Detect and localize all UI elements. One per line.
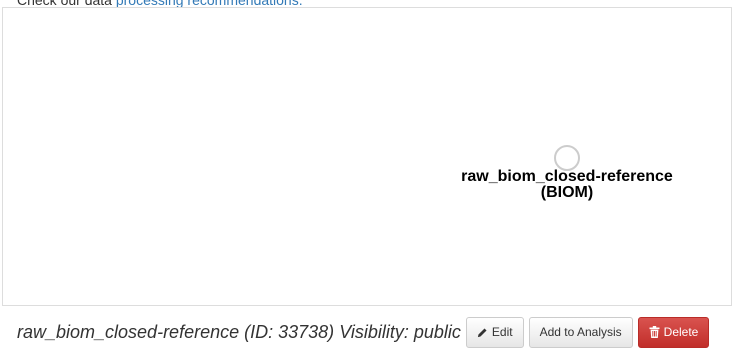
artifact-node[interactable] (554, 145, 580, 171)
add-to-analysis-label: Add to Analysis (539, 325, 622, 339)
delete-button-label: Delete (663, 325, 699, 339)
edit-button-label: Edit (491, 325, 513, 339)
delete-button[interactable]: Delete (637, 316, 710, 348)
artifact-graph-panel[interactable]: raw_biom_closed-reference (BIOM) (2, 7, 732, 306)
artifact-visibility: Visibility: public (339, 321, 461, 342)
artifact-id: (ID: 33738) (244, 321, 335, 342)
edit-button[interactable]: Edit (465, 316, 524, 348)
artifact-name: raw_biom_closed-reference (17, 321, 240, 342)
pencil-icon (477, 327, 488, 338)
artifact-node-label-name: raw_biom_closed-reference (461, 168, 673, 185)
artifact-node-label-type: (BIOM) (541, 184, 593, 201)
add-to-analysis-button[interactable]: Add to Analysis (528, 316, 633, 348)
artifact-footer: raw_biom_closed-reference (ID: 33738) Vi… (17, 316, 714, 348)
artifact-graph[interactable]: raw_biom_closed-reference (BIOM) (3, 8, 733, 307)
artifact-info: raw_biom_closed-reference (ID: 33738) Vi… (17, 322, 461, 343)
trash-icon (649, 326, 660, 338)
